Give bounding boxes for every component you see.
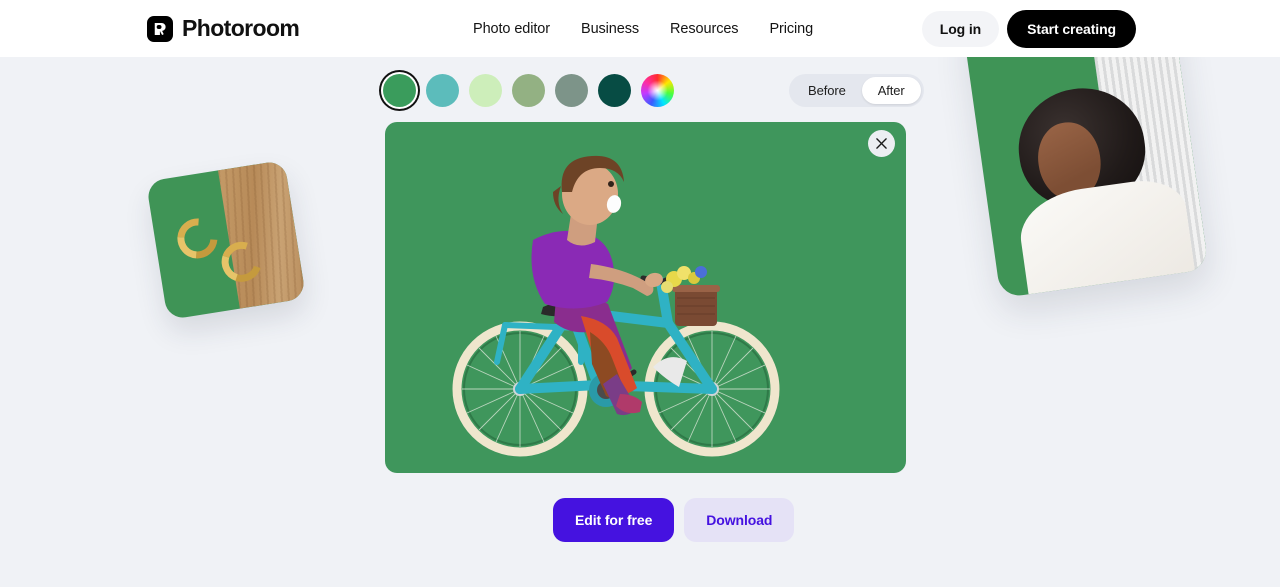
swatch-green[interactable] [383,74,416,107]
wood-texture [217,159,307,309]
color-picker-wheel-icon[interactable] [641,74,674,107]
swatch-teal[interactable] [426,74,459,107]
editor-stage: Before After Edit for free Download [0,57,1280,587]
brand-logo[interactable]: Photoroom [147,15,300,42]
site-header: Photoroom Photo editor Business Resource… [0,0,1280,57]
toggle-after[interactable]: After [861,77,921,104]
brand-name: Photoroom [182,15,300,41]
swatch-gray-green[interactable] [555,74,588,107]
cyclist-subject-image [452,155,780,457]
swatch-mint[interactable] [469,74,502,107]
photoroom-logo-icon [147,15,173,42]
nav-item-photo-editor[interactable]: Photo editor [473,21,550,37]
header-actions: Log in Start creating [921,9,1136,48]
decoration-earrings-card [145,159,307,321]
decoration-portrait-card [961,57,1209,299]
download-button[interactable]: Download [684,498,795,542]
result-canvas [385,122,906,473]
login-button[interactable]: Log in [921,10,1000,47]
canvas-actions: Edit for free Download [553,498,795,542]
before-after-toggle: Before After [789,74,924,107]
close-button[interactable] [868,130,895,157]
nav-item-resources[interactable]: Resources [670,21,739,37]
background-color-swatches [383,74,674,107]
swatch-sage[interactable] [512,74,545,107]
swatch-dark-teal[interactable] [598,74,631,107]
nav-item-pricing[interactable]: Pricing [769,21,813,37]
nav-item-business[interactable]: Business [581,21,639,37]
toggle-before[interactable]: Before [792,77,862,104]
edit-for-free-button[interactable]: Edit for free [553,498,675,542]
main-navigation: Photo editor Business Resources Pricing [473,21,813,37]
hoop-earring-icon [169,210,226,267]
close-icon [876,138,887,149]
start-creating-button[interactable]: Start creating [1007,9,1136,48]
